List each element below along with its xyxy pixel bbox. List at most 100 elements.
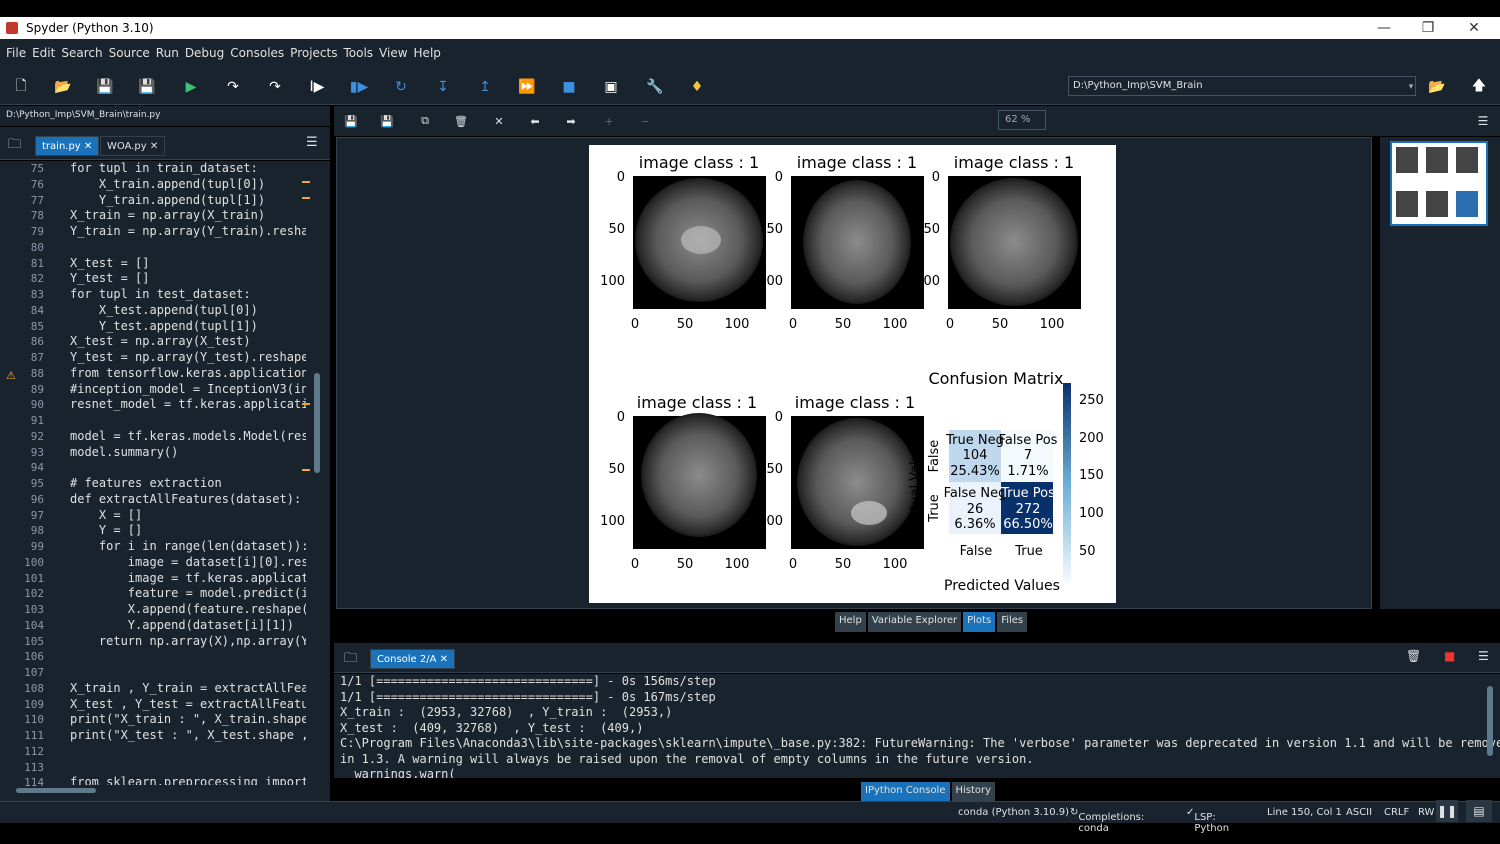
save-icon[interactable]: 💾	[94, 76, 116, 98]
code-line[interactable]: resnet_model = tf.keras.applicati	[70, 397, 306, 413]
code-line[interactable]: X_test.append(tupl[0])	[70, 303, 306, 319]
console-options-menu-icon[interactable]: ☰	[1478, 649, 1489, 663]
interrupt-kernel-icon[interactable]: ■	[1444, 649, 1455, 663]
minimize-button[interactable]: —	[1362, 17, 1406, 39]
parent-directory-icon[interactable]: 🡅	[1468, 76, 1490, 98]
plots-options-menu-icon[interactable]: ☰	[1472, 110, 1494, 132]
ipython-console-output[interactable]: 1/1 [==============================] - 0…	[334, 674, 1500, 778]
tab-files[interactable]: Files	[997, 612, 1028, 632]
menu-tools[interactable]: Tools	[343, 46, 373, 60]
browse-tabs-icon[interactable]: 🗀	[8, 135, 21, 157]
code-line[interactable]: for i in range(len(dataset)):	[70, 539, 306, 555]
warning-icon[interactable]: ⚠	[6, 369, 16, 382]
preferences-wrench-icon[interactable]: 🔧	[644, 76, 666, 98]
code-line[interactable]: X_test , Y_test = extractAllFeatu	[70, 697, 306, 713]
code-line[interactable]: for tupl in train_dataset:	[70, 161, 306, 177]
tab-ipython-console[interactable]: IPython Console	[861, 782, 950, 802]
browse-folder-icon[interactable]: 📂	[1426, 76, 1448, 98]
previous-plot-icon[interactable]: ⬅	[524, 110, 546, 132]
code-line[interactable]: # features extraction	[70, 476, 306, 492]
remove-variables-icon[interactable]: 🗑	[1406, 649, 1421, 663]
editor-horizontal-scrollbar[interactable]	[8, 785, 304, 795]
code-line[interactable]: #inception_model = InceptionV3(in	[70, 382, 306, 398]
working-directory-input[interactable]: D:\Python_Imp\SVM_Brain	[1068, 76, 1416, 96]
save-plot-icon[interactable]: 💾	[340, 110, 362, 132]
menu-search[interactable]: Search	[61, 46, 102, 60]
code-line[interactable]: return np.array(X),np.array(Y	[70, 634, 306, 650]
remove-all-plots-icon[interactable]: ✕	[488, 110, 510, 132]
console-scrollbar[interactable]	[1486, 676, 1494, 776]
screen-share-icon[interactable]: ▤	[1466, 800, 1492, 822]
tab-history[interactable]: History	[951, 782, 996, 802]
code-line[interactable]: X_test = []	[70, 256, 306, 272]
code-line[interactable]: from sklearn.preprocessing import	[70, 775, 306, 785]
menu-projects[interactable]: Projects	[290, 46, 337, 60]
code-line[interactable]: model = tf.keras.models.Model(res	[70, 429, 306, 445]
menu-run[interactable]: Run	[156, 46, 179, 60]
code-line[interactable]: Y_test.append(tupl[1])	[70, 319, 306, 335]
code-line[interactable]: X_train = np.array(X_train)	[70, 208, 306, 224]
code-line[interactable]: Y_test = []	[70, 271, 306, 287]
code-line[interactable]	[70, 744, 306, 760]
pause-icon[interactable]: ❚❚	[1436, 800, 1458, 822]
code-line[interactable]: X = []	[70, 508, 306, 524]
code-line[interactable]: for tupl in test_dataset:	[70, 287, 306, 303]
step-into-icon[interactable]: ↧	[432, 76, 454, 98]
stop-debug-icon[interactable]: ■	[558, 76, 580, 98]
code-line[interactable]: X_train.append(tupl[0])	[70, 177, 306, 193]
zoom-level-input[interactable]: 62 %	[998, 110, 1046, 130]
tab-plots[interactable]: Plots	[963, 612, 996, 632]
code-line[interactable]: feature = model.predict(i	[70, 586, 306, 602]
run-selection-icon[interactable]: I▶	[306, 76, 328, 98]
menu-debug[interactable]: Debug	[185, 46, 224, 60]
editor-options-menu-icon[interactable]: ☰	[306, 135, 318, 150]
code-line[interactable]: Y.append(dataset[i][1])	[70, 618, 306, 634]
next-plot-icon[interactable]: ➡	[560, 110, 582, 132]
code-line[interactable]: print("X_test : ", X_test.shape ,	[70, 728, 306, 744]
run-cell-advance-icon[interactable]: ↷	[264, 76, 286, 98]
close-tab-icon[interactable]: ✕	[150, 141, 158, 152]
run-cell-icon[interactable]: ↷	[222, 76, 244, 98]
new-file-icon[interactable]: 🗋	[10, 76, 32, 98]
close-button[interactable]: ✕	[1452, 17, 1496, 39]
maximize-pane-icon[interactable]: ▣	[600, 76, 622, 98]
restore-button[interactable]: ❐	[1406, 17, 1450, 39]
save-all-icon[interactable]: 💾	[136, 76, 158, 98]
remove-plot-icon[interactable]: 🗑	[450, 110, 472, 132]
step-return-icon[interactable]: ↥	[474, 76, 496, 98]
code-line[interactable]: print("X_train : ", X_train.shape	[70, 712, 306, 728]
menu-file[interactable]: File	[6, 46, 26, 60]
debug-icon[interactable]: ▮▶	[348, 76, 370, 98]
code-line[interactable]: image = dataset[i][0].res	[70, 555, 306, 571]
code-line[interactable]	[70, 240, 306, 256]
tab-woa-py[interactable]: WOA.py ✕	[100, 136, 166, 156]
step-icon[interactable]: ↻	[390, 76, 412, 98]
code-line[interactable]: X_train , Y_train = extractAllFea	[70, 681, 306, 697]
python-path-icon[interactable]: ♦	[686, 76, 708, 98]
path-dropdown-chevron-icon[interactable]: ▾	[1400, 76, 1422, 98]
close-tab-icon[interactable]: ✕	[440, 654, 448, 665]
open-file-icon[interactable]: 📂	[52, 76, 74, 98]
code-line[interactable]	[70, 760, 306, 776]
menu-consoles[interactable]: Consoles	[230, 46, 284, 60]
continue-icon[interactable]: ⏩	[516, 76, 538, 98]
code-line[interactable]	[70, 665, 306, 681]
run-icon[interactable]: ▶	[180, 76, 202, 98]
menu-view[interactable]: View	[379, 46, 407, 60]
menu-source[interactable]: Source	[109, 46, 150, 60]
code-line[interactable]: Y_train = np.array(Y_train).resha	[70, 224, 306, 240]
code-editor[interactable]: 75 76 77 78 79 80 81 82 83 84 85 86 87 88 89 90 91 92 93 94…	[0, 161, 330, 801]
code-line[interactable]: image = tf.keras.applicat	[70, 571, 306, 587]
browse-tabs-icon[interactable]: 🗀	[344, 649, 357, 671]
save-all-plots-icon[interactable]: 💾	[376, 110, 398, 132]
tab-help[interactable]: Help	[835, 612, 866, 632]
plot-thumbnail[interactable]	[1390, 141, 1488, 226]
code-line[interactable]: X.append(feature.reshape(	[70, 602, 306, 618]
code-line[interactable]: from tensorflow.keras.application	[70, 366, 306, 382]
code-line[interactable]	[70, 413, 306, 429]
code-line[interactable]	[70, 649, 306, 665]
code-line[interactable]: def extractAllFeatures(dataset):	[70, 492, 306, 508]
tab-console-2a[interactable]: Console 2/A ✕	[370, 649, 456, 669]
code-line[interactable]: Y = []	[70, 523, 306, 539]
zoom-in-icon[interactable]: +	[598, 110, 620, 132]
